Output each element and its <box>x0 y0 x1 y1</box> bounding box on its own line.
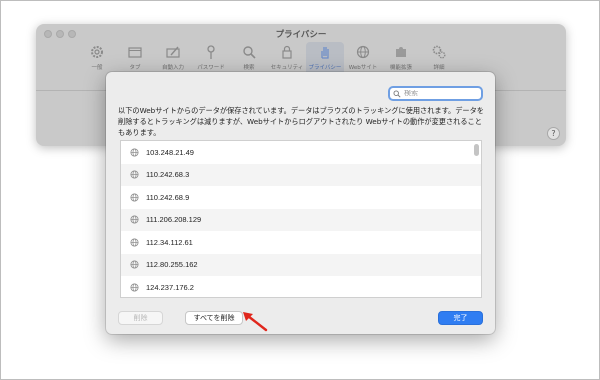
toolbar-label: タブ <box>129 65 141 71</box>
tabs-icon <box>128 47 142 58</box>
magnifier-icon <box>243 46 256 59</box>
site-name: 112.34.112.61 <box>146 237 193 247</box>
search-input[interactable] <box>404 90 479 97</box>
toolbar-label: 検索 <box>243 65 255 71</box>
globe-icon <box>130 260 139 269</box>
site-name: 110.242.68.3 <box>146 170 190 180</box>
toolbar-label: Webサイト <box>348 65 378 71</box>
done-button[interactable]: 完了 <box>438 311 483 325</box>
site-name: 110.242.68.9 <box>146 192 190 202</box>
site-name: 112.80.255.162 <box>146 260 198 270</box>
help-button[interactable]: ? <box>547 127 560 140</box>
globe-icon <box>130 193 139 202</box>
toolbar-label: 機能拡張 <box>389 65 412 71</box>
window-title: プライバシー <box>275 30 327 40</box>
list-item[interactable]: 112.80.255.162 <box>121 253 481 276</box>
delete-all-button[interactable]: すべてを削除 <box>185 311 243 325</box>
toolbar-label: 詳細 <box>433 65 445 71</box>
search-icon <box>393 90 401 98</box>
title-bar: プライバシー <box>36 24 566 44</box>
delete-button[interactable]: 削除 <box>118 311 163 325</box>
toolbar-label: プライバシー <box>308 65 342 71</box>
puzzle-icon <box>396 47 406 57</box>
globe-icon <box>130 283 139 292</box>
globe-icon <box>356 45 370 59</box>
list-item[interactable]: 111.206.208.129 <box>121 208 481 231</box>
list-scrollbar[interactable] <box>474 144 479 156</box>
list-item[interactable]: 112.34.112.61 <box>121 231 481 254</box>
annotation-arrow-icon <box>243 312 268 332</box>
key-icon <box>207 45 215 59</box>
lock-icon <box>282 45 292 59</box>
globe-icon <box>130 148 139 157</box>
pencil-box-icon <box>166 46 180 58</box>
site-name: 111.206.208.129 <box>146 215 202 225</box>
list-item[interactable]: 124.237.176.2 <box>121 276 481 297</box>
toolbar-label: パスワード <box>197 65 225 71</box>
site-name: 124.237.176.2 <box>146 282 194 292</box>
globe-icon <box>130 215 139 224</box>
globe-icon <box>130 170 139 179</box>
list-item[interactable]: 110.242.68.9 <box>121 186 481 209</box>
description-text: 以下のWebサイトからのデータが保存されています。データはブラウズのトラッキング… <box>118 106 484 137</box>
search-field[interactable] <box>388 86 483 101</box>
globe-icon <box>130 238 139 247</box>
toolbar-label: セキュリティ <box>270 65 304 71</box>
gears-icon <box>432 45 446 59</box>
list-item[interactable]: 110.242.68.3 <box>121 163 481 186</box>
website-data-sheet: 以下のWebサイトからのデータが保存されています。データはブラウズのトラッキング… <box>106 72 495 334</box>
site-name: 103.248.21.49 <box>146 147 194 157</box>
hand-icon <box>321 47 329 59</box>
gear-icon <box>91 46 103 58</box>
list-item[interactable]: 103.248.21.49 <box>121 141 481 164</box>
toolbar-label: 自動入力 <box>161 65 184 71</box>
website-list[interactable]: 103.248.21.49 110.242.68.3 110.242.68.9 … <box>120 140 482 298</box>
toolbar-label: 一般 <box>91 65 103 71</box>
